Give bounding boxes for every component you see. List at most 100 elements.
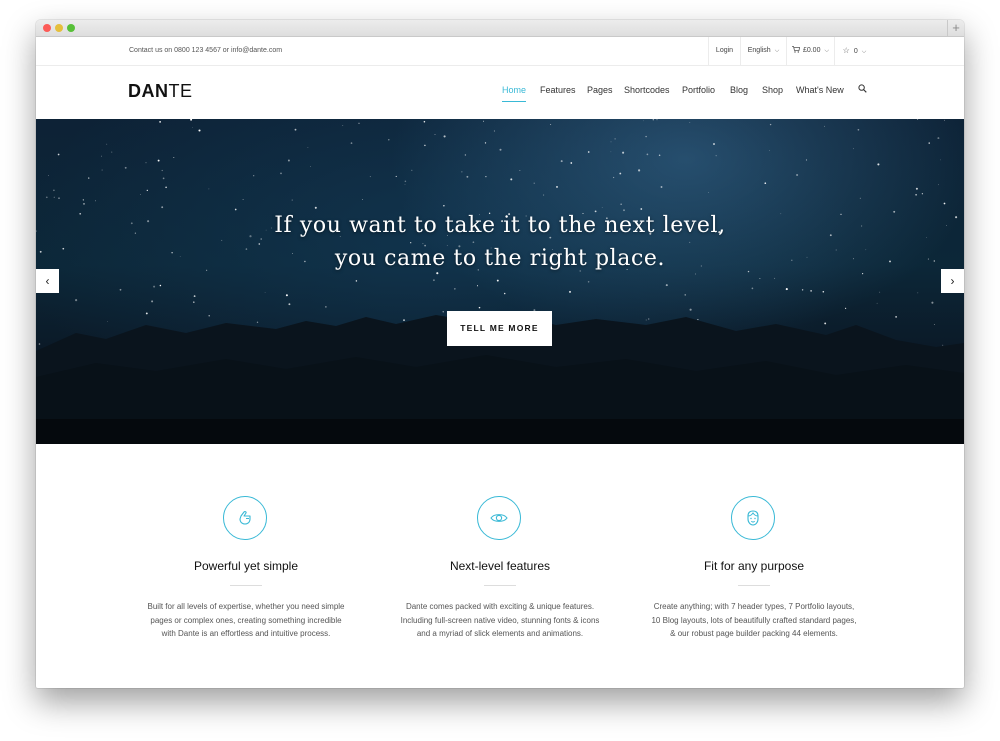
logo-bold-text: DAN bbox=[128, 81, 169, 101]
feature-text-line: with Dante is an effortless and intuitiv… bbox=[161, 629, 331, 638]
nav-item-home[interactable]: Home bbox=[502, 85, 527, 102]
star bbox=[931, 301, 934, 304]
star bbox=[208, 188, 210, 190]
cart-total: £0.00 bbox=[802, 47, 821, 54]
nav-item-whats-new[interactable]: What's New bbox=[796, 85, 844, 95]
cart-dropdown[interactable]: £0.00 ⌵ bbox=[786, 37, 834, 65]
star bbox=[53, 189, 55, 192]
star bbox=[612, 176, 615, 179]
star bbox=[472, 241, 475, 244]
star bbox=[423, 120, 426, 123]
star bbox=[493, 130, 495, 132]
star bbox=[461, 171, 463, 173]
nav-item-blog[interactable]: Blog bbox=[730, 85, 748, 95]
star bbox=[550, 123, 552, 126]
star bbox=[443, 205, 445, 207]
star bbox=[646, 153, 649, 156]
star bbox=[656, 119, 658, 121]
close-window-button[interactable] bbox=[43, 24, 51, 32]
star bbox=[640, 208, 643, 210]
feature-divider bbox=[230, 585, 262, 586]
star bbox=[805, 159, 808, 161]
star bbox=[75, 299, 78, 302]
star bbox=[503, 292, 506, 295]
star bbox=[145, 162, 147, 164]
star-icon: ☆ bbox=[842, 46, 850, 55]
language-selector[interactable]: English ⌵ bbox=[740, 37, 786, 65]
star bbox=[543, 194, 545, 196]
star bbox=[921, 193, 924, 195]
star bbox=[145, 312, 148, 315]
star bbox=[645, 319, 647, 321]
star bbox=[454, 288, 456, 290]
star bbox=[483, 120, 484, 122]
star bbox=[660, 186, 663, 188]
star bbox=[342, 124, 344, 126]
star bbox=[801, 289, 804, 291]
star bbox=[221, 239, 223, 241]
star bbox=[48, 175, 49, 176]
star bbox=[917, 292, 919, 294]
chevron-down-icon: ⌵ bbox=[861, 49, 867, 55]
star bbox=[764, 182, 767, 185]
star bbox=[928, 142, 930, 144]
star bbox=[258, 243, 261, 245]
star bbox=[403, 319, 405, 321]
slider-prev-button[interactable]: ‹ bbox=[36, 269, 59, 293]
star bbox=[774, 277, 776, 279]
star bbox=[587, 281, 590, 283]
new-tab-button[interactable]: + bbox=[947, 20, 964, 36]
nav-item-portfolio[interactable]: Portfolio bbox=[682, 85, 715, 95]
star bbox=[369, 176, 371, 178]
star bbox=[853, 148, 854, 150]
star bbox=[570, 162, 573, 164]
slider-next-button[interactable]: › bbox=[941, 269, 964, 293]
star bbox=[388, 139, 390, 141]
star bbox=[82, 199, 84, 201]
nav-item-pages[interactable]: Pages bbox=[587, 85, 613, 95]
search-button[interactable] bbox=[858, 84, 867, 95]
nav-item-shop[interactable]: Shop bbox=[762, 85, 783, 95]
star bbox=[620, 203, 622, 205]
star bbox=[38, 343, 41, 345]
star bbox=[162, 177, 165, 180]
nav-item-shortcodes[interactable]: Shortcodes bbox=[624, 85, 670, 95]
browser-titlebar: + bbox=[36, 20, 964, 37]
star bbox=[83, 203, 85, 205]
star bbox=[769, 123, 772, 126]
star bbox=[822, 290, 825, 293]
hero-headline-line1: If you want to take it to the next level… bbox=[274, 213, 726, 238]
star bbox=[942, 344, 944, 346]
star bbox=[610, 141, 612, 143]
star bbox=[560, 160, 563, 163]
star bbox=[287, 159, 290, 162]
star bbox=[242, 199, 244, 200]
wishlist-count: 0 bbox=[853, 48, 858, 55]
star bbox=[260, 238, 262, 240]
nav-item-features[interactable]: Features bbox=[540, 85, 576, 95]
tell-me-more-button[interactable]: TELL ME MORE bbox=[447, 311, 552, 346]
star bbox=[689, 241, 691, 243]
star bbox=[857, 128, 860, 131]
feature-text-line: pages or complex ones, creating somethin… bbox=[150, 615, 342, 625]
star bbox=[496, 279, 499, 282]
star bbox=[917, 119, 919, 120]
star bbox=[140, 194, 141, 195]
star bbox=[410, 242, 412, 244]
star bbox=[658, 154, 661, 157]
star bbox=[510, 178, 513, 181]
feature-description: Built for all levels of expertise, wheth… bbox=[126, 600, 366, 641]
site-logo[interactable]: DANTE bbox=[128, 81, 193, 102]
star bbox=[161, 206, 164, 209]
login-link[interactable]: Login bbox=[708, 37, 740, 65]
minimize-window-button[interactable] bbox=[55, 24, 63, 32]
star bbox=[285, 294, 288, 297]
star bbox=[432, 279, 435, 282]
maximize-window-button[interactable] bbox=[67, 24, 75, 32]
star bbox=[844, 307, 847, 310]
star bbox=[824, 125, 825, 127]
wishlist-dropdown[interactable]: ☆ 0 ⌵ bbox=[834, 37, 874, 65]
star bbox=[151, 300, 154, 303]
star bbox=[715, 155, 717, 157]
feature-title: Powerful yet simple bbox=[193, 559, 299, 573]
